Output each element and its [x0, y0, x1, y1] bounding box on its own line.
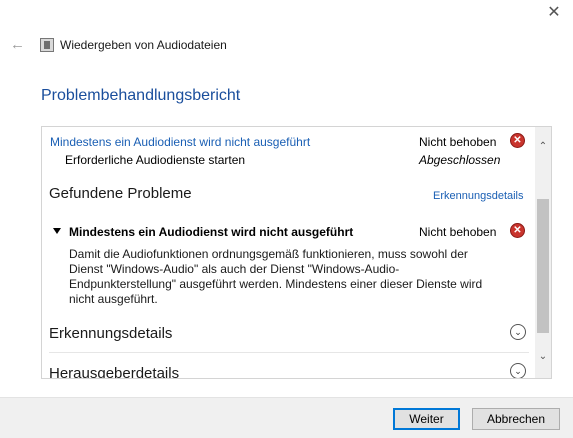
found-problems-heading: Gefundene Probleme	[49, 185, 192, 202]
chevron-down-icon[interactable]: ⌄	[510, 324, 526, 340]
scroll-up-icon[interactable]: ⌃	[535, 139, 551, 155]
scrollbar-thumb[interactable]	[537, 199, 549, 333]
error-x-icon: ✕	[510, 223, 525, 238]
detection-details-link[interactable]: Erkennungsdetails	[433, 190, 524, 202]
problem-status: Nicht behoben	[419, 225, 497, 239]
problem-description: Damit die Audiofunktionen ordnungsgemäß …	[69, 247, 483, 306]
sub-action-label: Erforderliche Audiodienste starten	[65, 153, 246, 167]
page-title: Problembehandlungsbericht	[41, 87, 241, 104]
detection-details-section[interactable]: Erkennungsdetails	[49, 325, 172, 342]
report-panel: Mindestens ein Audiodienst wird nicht au…	[41, 126, 552, 379]
app-title: Wiedergeben von Audiodateien	[60, 38, 227, 52]
collapse-triangle-icon[interactable]	[53, 228, 61, 234]
back-arrow-icon[interactable]: ←	[10, 37, 26, 53]
close-icon[interactable]: ✕	[547, 5, 561, 21]
problem-title[interactable]: Mindestens ein Audiodienst wird nicht au…	[69, 225, 353, 239]
next-button[interactable]: Weiter	[393, 408, 460, 430]
vertical-scrollbar[interactable]: ⌃ ⌄	[535, 127, 551, 378]
scroll-down-icon[interactable]: ⌄	[535, 349, 551, 365]
chevron-down-icon[interactable]: ⌄	[510, 363, 526, 378]
issue-status: Nicht behoben	[419, 135, 497, 149]
troubleshooter-window: ✕ ← Wiedergeben von Audiodateien Problem…	[0, 0, 573, 438]
app-title-bar: Wiedergeben von Audiodateien	[40, 38, 227, 52]
error-x-icon: ✕	[510, 133, 525, 148]
issue-link[interactable]: Mindestens ein Audiodienst wird nicht au…	[50, 135, 310, 149]
button-bar: Weiter Abbrechen	[0, 397, 573, 438]
publisher-details-section[interactable]: Herausgeberdetails	[49, 365, 179, 378]
cancel-button[interactable]: Abbrechen	[472, 408, 560, 430]
speaker-app-icon	[40, 38, 54, 52]
report-content: Mindestens ein Audiodienst wird nicht au…	[42, 127, 536, 378]
sub-action-status: Abgeschlossen	[419, 153, 501, 167]
section-divider	[49, 352, 529, 353]
